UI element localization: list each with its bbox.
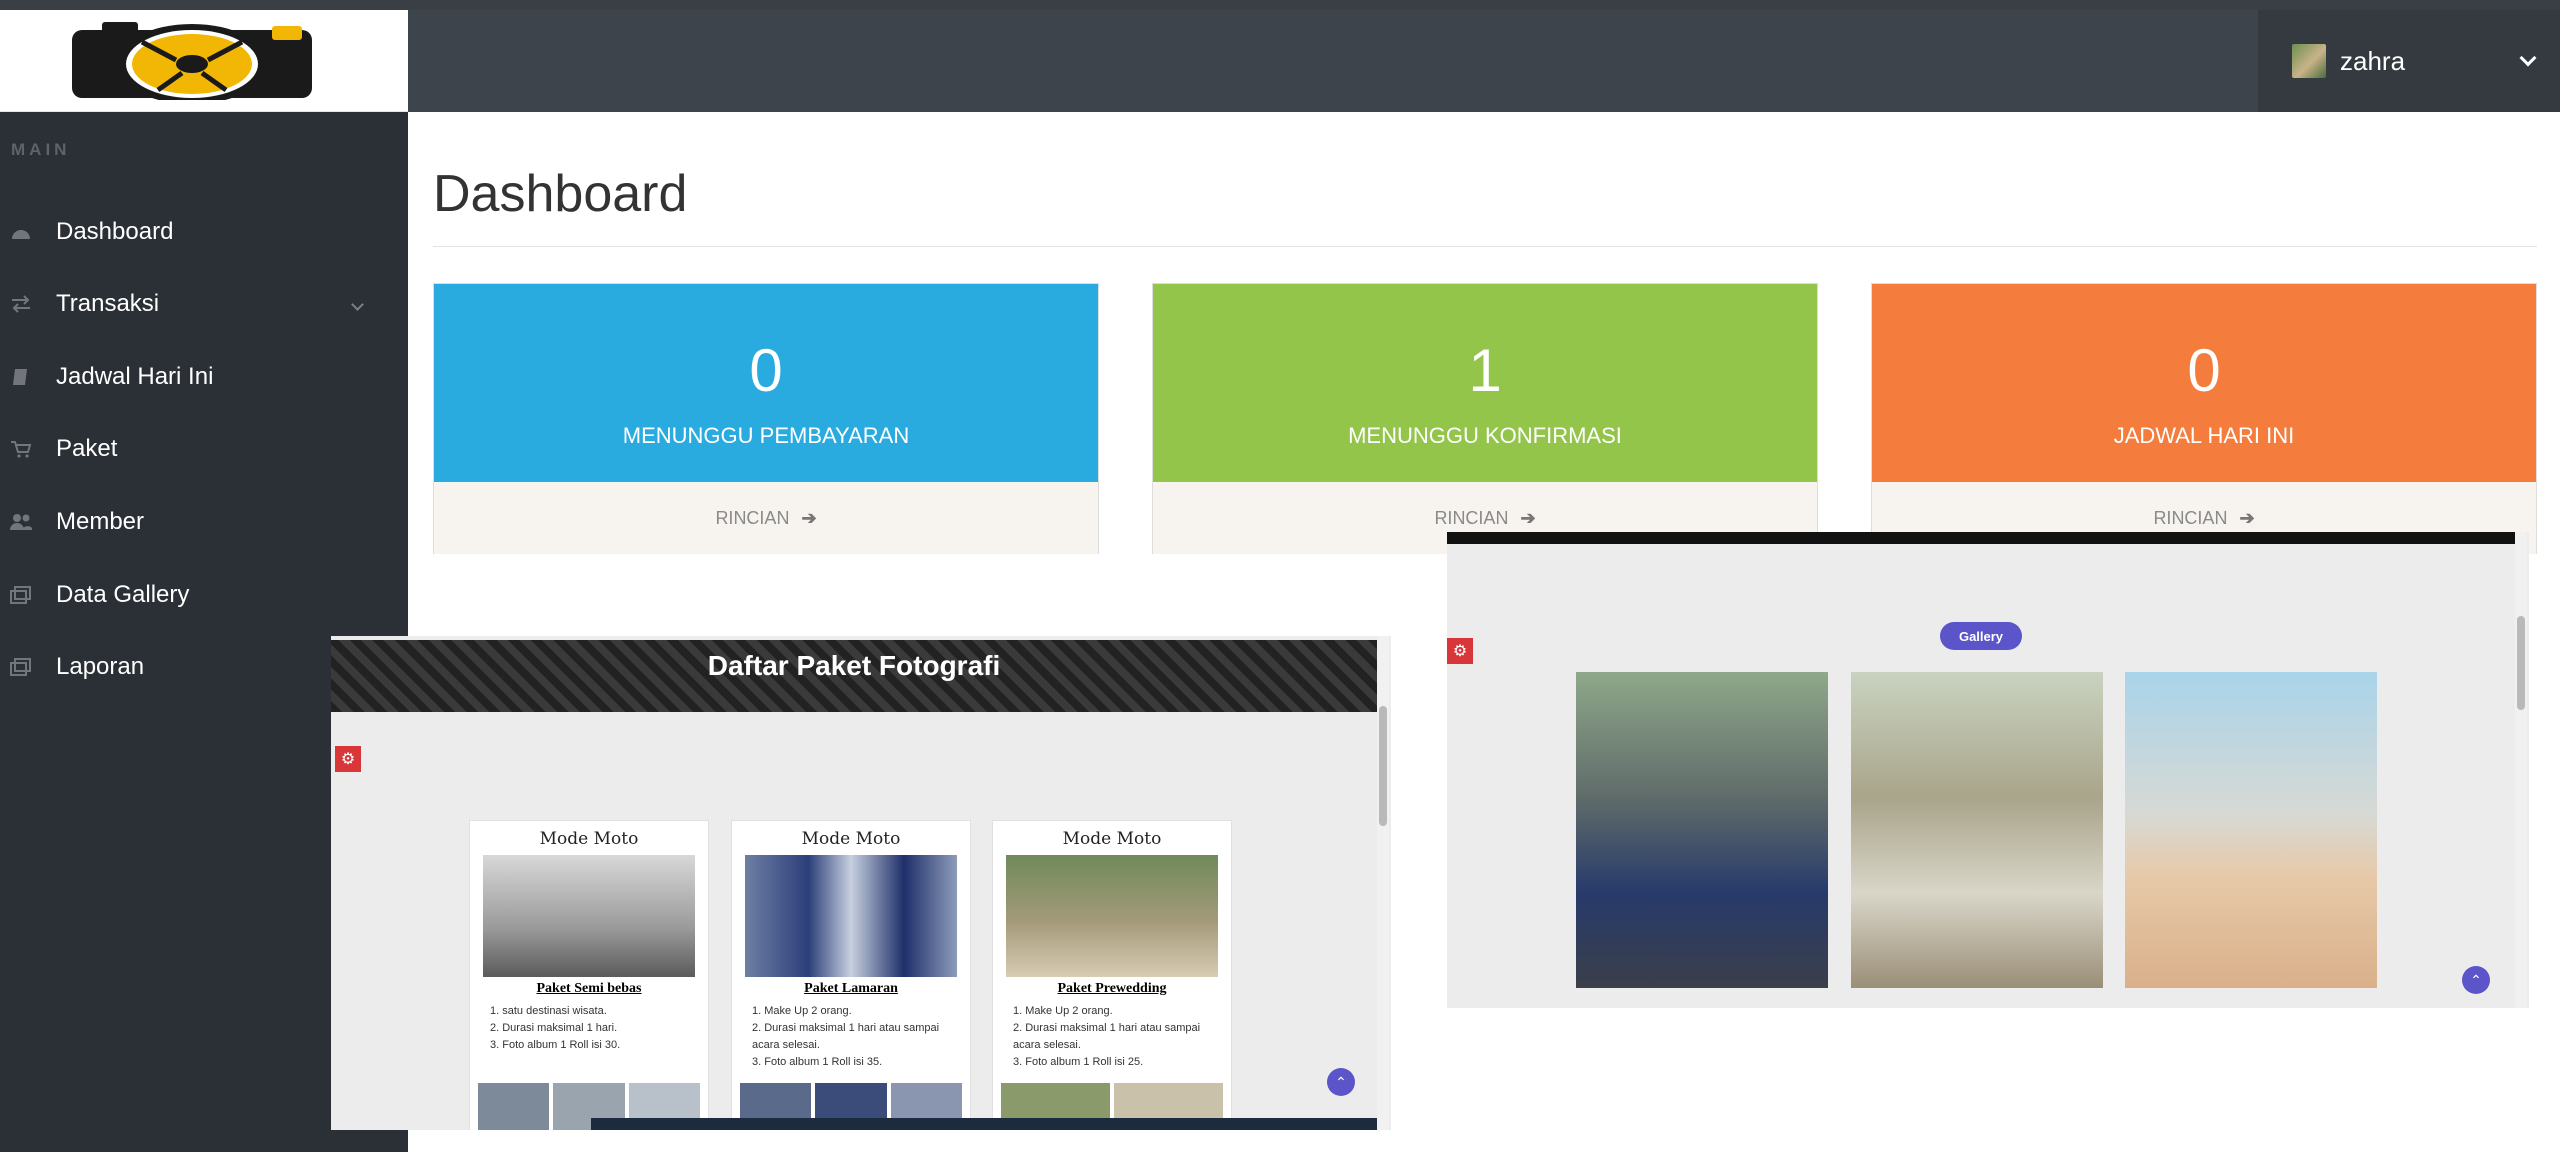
sidebar-item-label: Dashboard — [56, 218, 174, 245]
package-feature: 3. Foto album 1 Roll isi 35. — [752, 1056, 883, 1068]
sidebar-item-member[interactable]: Member — [0, 492, 408, 552]
package-feature: 2. Durasi maksimal 1 hari. — [490, 1022, 618, 1034]
stat-value: 1 — [1468, 337, 1502, 404]
package-name: Paket Semi bebas — [536, 981, 642, 996]
gallery-page-screenshot: Gallery ⚙ ⌃ — [1447, 532, 2529, 1008]
taskbar-strip — [591, 1118, 1377, 1130]
stat-label: JADWAL HARI INI — [2113, 423, 2295, 448]
sidebar-item-label: Laporan — [56, 653, 145, 680]
stat-card-menunggu-pembayaran: 0 MENUNGGU PEMBAYARAN RINCIAN ➔ — [433, 283, 1099, 554]
package-feature: 1. Make Up 2 orang. — [752, 1005, 852, 1017]
gear-icon[interactable]: ⚙ — [335, 746, 361, 772]
package-brand: Mode Moto — [539, 829, 639, 849]
chevron-down-icon — [2519, 49, 2537, 67]
scrollbar[interactable] — [1377, 636, 1389, 1130]
stat-label: MENUNGGU PEMBAYARAN — [622, 423, 910, 448]
sidebar-heading: MAIN — [11, 140, 71, 159]
scrollbar-thumb[interactable] — [1379, 706, 1387, 826]
rincian-link[interactable]: RINCIAN ➔ — [434, 482, 1098, 554]
package-feature: 1. satu destinasi wisata. — [490, 1005, 607, 1017]
sidebar-item-label: Member — [56, 508, 145, 535]
stat-card-body: 0 MENUNGGU PEMBAYARAN — [434, 284, 1098, 482]
stat-value: 0 — [749, 337, 783, 404]
gallery-photo[interactable] — [2125, 672, 2377, 988]
arrow-right-icon: ➔ — [801, 507, 817, 528]
sidebar-item-jadwal-hari-ini[interactable]: Jadwal Hari Ini — [0, 347, 408, 407]
stat-card-body: 1 MENUNGGU KONFIRMASI — [1153, 284, 1817, 482]
package-card[interactable]: Mode Moto Paket Lamaran 1. Make Up 2 ora… — [731, 820, 971, 1130]
packages-page-screenshot: Daftar Paket Fotografi ⚙ Mode Moto Paket… — [331, 636, 1391, 1130]
gallery-icon — [10, 586, 31, 604]
package-features: 1. Make Up 2 orang. 2. Durasi maksimal 1… — [752, 1003, 958, 1071]
sidebar-item-label: Data Gallery — [56, 581, 190, 608]
stat-value: 0 — [2187, 337, 2221, 404]
package-feature: 3. Foto album 1 Roll isi 30. — [490, 1039, 621, 1051]
rincian-label: RINCIAN — [1434, 507, 1509, 528]
arrow-right-icon: ➔ — [1520, 507, 1536, 528]
sidebar-item-label: Paket — [56, 435, 118, 462]
package-features: 1. satu destinasi wisata. 2. Durasi maks… — [490, 1003, 696, 1054]
gear-icon[interactable]: ⚙ — [1447, 638, 1473, 664]
sidebar-item-label: Jadwal Hari Ini — [56, 363, 214, 390]
package-photo — [745, 855, 957, 977]
cart-icon — [11, 441, 32, 458]
book-icon — [13, 369, 27, 385]
gallery-photo[interactable] — [1576, 672, 1828, 988]
gallery-photo[interactable] — [1851, 672, 2103, 988]
sidebar-item-dashboard[interactable]: Dashboard — [0, 202, 408, 262]
exchange-icon — [12, 295, 30, 313]
top-header: zahra — [408, 10, 2560, 112]
users-icon — [10, 514, 32, 530]
package-card[interactable]: Mode Moto Paket Prewedding 1. Make Up 2 … — [992, 820, 1232, 1130]
sidebar-item-transaksi[interactable]: Transaksi — [0, 274, 408, 334]
camera-logo-icon — [72, 22, 312, 100]
stat-card-menunggu-konfirmasi: 1 MENUNGGU KONFIRMASI RINCIAN ➔ — [1152, 283, 1818, 554]
packages-title: Daftar Paket Fotografi — [707, 650, 1001, 681]
report-icon — [10, 658, 31, 676]
package-name: Paket Lamaran — [804, 981, 898, 996]
top-edge-strip — [0, 0, 2560, 10]
scrollbar[interactable] — [2515, 532, 2527, 1008]
dashboard-icon — [12, 230, 30, 239]
scroll-to-top-icon[interactable]: ⌃ — [2462, 966, 2490, 994]
logo-area[interactable] — [0, 10, 408, 112]
package-feature: 1. Make Up 2 orang. — [1013, 1005, 1113, 1017]
scroll-to-top-icon[interactable]: ⌃ — [1327, 1068, 1355, 1096]
page-title: Dashboard — [433, 165, 688, 223]
package-features: 1. Make Up 2 orang. 2. Durasi maksimal 1… — [1013, 1003, 1219, 1071]
user-name: zahra — [2340, 45, 2406, 76]
package-photo — [1006, 855, 1218, 977]
gallery-badge: Gallery — [1940, 622, 2022, 650]
user-avatar — [2292, 44, 2326, 78]
package-feature: 3. Foto album 1 Roll isi 25. — [1013, 1056, 1144, 1068]
user-menu[interactable]: zahra — [2258, 10, 2560, 112]
sidebar-item-data-gallery[interactable]: Data Gallery — [0, 565, 408, 625]
rincian-label: RINCIAN — [2153, 507, 2228, 528]
chevron-down-icon — [351, 297, 364, 311]
package-card[interactable]: Mode Moto Paket Semi bebas 1. satu desti… — [469, 820, 709, 1130]
package-feature: 2. Durasi maksimal 1 hari atau sampai ac… — [752, 1022, 940, 1051]
title-divider — [433, 246, 2537, 247]
stat-card-body: 0 JADWAL HARI INI — [1872, 284, 2536, 482]
package-brand: Mode Moto — [1062, 829, 1162, 849]
rincian-label: RINCIAN — [715, 507, 790, 528]
package-photo — [483, 855, 695, 977]
package-brand: Mode Moto — [801, 829, 901, 849]
arrow-right-icon: ➔ — [2239, 507, 2255, 528]
package-name: Paket Prewedding — [1057, 981, 1167, 996]
package-feature: 2. Durasi maksimal 1 hari atau sampai ac… — [1013, 1022, 1201, 1051]
sidebar-item-paket[interactable]: Paket — [0, 419, 408, 479]
sidebar-item-label: Transaksi — [56, 290, 160, 317]
stat-card-jadwal-hari-ini: 0 JADWAL HARI INI RINCIAN ➔ — [1871, 283, 2537, 554]
gallery-banner-edge — [1447, 532, 2515, 544]
stat-label: MENUNGGU KONFIRMASI — [1348, 423, 1622, 448]
scrollbar-thumb[interactable] — [2517, 616, 2525, 710]
